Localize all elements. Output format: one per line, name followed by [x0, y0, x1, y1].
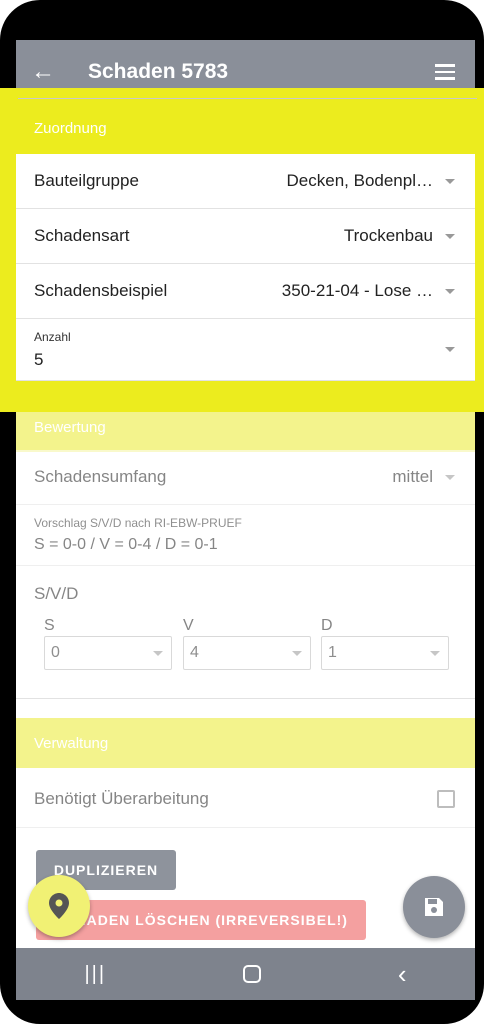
- divider: [16, 698, 475, 699]
- chevron-down-icon: [445, 347, 455, 352]
- chevron-down-icon: [445, 178, 455, 184]
- bauteilgruppe-select[interactable]: Bauteilgruppe Decken, Bodenpl…: [16, 154, 475, 209]
- back-nav-icon[interactable]: ‹: [398, 959, 407, 990]
- ueberarbeitung-row[interactable]: Benötigt Überarbeitung: [16, 770, 475, 828]
- v-select[interactable]: 4: [183, 636, 311, 670]
- v-label: V: [183, 617, 194, 634]
- vorschlag-label: Vorschlag S/V/D nach RI-EBW-PRUEF: [34, 516, 242, 530]
- schadensbeispiel-label: Schadensbeispiel: [34, 281, 168, 300]
- chevron-down-icon: [445, 288, 455, 294]
- schadensumfang-select[interactable]: Schadensumfang mittel: [16, 450, 475, 505]
- home-icon[interactable]: [242, 965, 261, 983]
- vorschlag-value: S = 0-0 / V = 0-4 / D = 0-1: [34, 536, 218, 553]
- section-bewertung-title: Bewertung: [34, 418, 106, 436]
- recents-icon[interactable]: |||: [84, 963, 106, 986]
- zuordnung-card: Bauteilgruppe Decken, Bodenpl… Schadensa…: [16, 154, 475, 381]
- system-nav-bar: ||| ‹: [16, 948, 475, 1000]
- location-fab[interactable]: [28, 875, 90, 937]
- ueberarbeitung-checkbox[interactable]: [437, 789, 455, 808]
- bauteilgruppe-label: Bauteilgruppe: [34, 171, 139, 190]
- s-select[interactable]: 0: [44, 636, 172, 670]
- schadensbeispiel-value: 350-21-04 - Lose …: [281, 281, 433, 300]
- bauteilgruppe-value: Decken, Bodenpl…: [286, 171, 433, 190]
- section-zuordnung-title: Zuordnung: [34, 120, 107, 137]
- d-label: D: [321, 617, 333, 634]
- section-verwaltung-title: Verwaltung: [34, 734, 109, 752]
- section-verwaltung: Verwaltung: [16, 718, 475, 768]
- overlay-divider: [18, 98, 477, 99]
- schadensumfang-value: mittel: [392, 467, 433, 486]
- page-title: Schaden 5783: [88, 60, 229, 83]
- d-value: 1: [328, 644, 337, 661]
- ueberarbeitung-label: Benötigt Überarbeitung: [34, 788, 209, 808]
- anzahl-value: 5: [34, 349, 44, 369]
- s-label: S: [44, 617, 55, 634]
- duplizieren-label: DUPLIZIEREN: [53, 862, 159, 878]
- schadensbeispiel-select[interactable]: Schadensbeispiel 350-21-04 - Lose …: [16, 264, 475, 319]
- anzahl-label: Anzahl: [34, 329, 71, 344]
- chevron-down-icon: [445, 233, 455, 239]
- schadensart-select[interactable]: Schadensart Trockenbau: [16, 209, 475, 264]
- hamburger-icon[interactable]: [415, 64, 475, 80]
- chevron-down-icon: [153, 651, 163, 656]
- save-icon: [425, 898, 443, 916]
- anzahl-select[interactable]: Anzahl 5: [16, 319, 475, 381]
- phone-frame: ← Schaden 5783 Bewertung Schadensumfang …: [0, 0, 484, 1024]
- chevron-down-icon: [292, 651, 302, 656]
- schadensumfang-label: Schadensumfang: [34, 467, 167, 486]
- d-select[interactable]: 1: [321, 636, 449, 670]
- location-pin-icon: [49, 893, 69, 919]
- vorschlag-field: Vorschlag S/V/D nach RI-EBW-PRUEF S = 0-…: [16, 506, 475, 566]
- schadensart-label: Schadensart: [34, 226, 130, 245]
- svd-label: S/V/D: [34, 584, 79, 603]
- chevron-down-icon: [430, 651, 440, 656]
- delete-label: SCHADEN LÖSCHEN (IRREVERSIBEL!): [54, 912, 348, 928]
- save-fab[interactable]: [403, 876, 465, 938]
- v-value: 4: [190, 644, 199, 661]
- arrow-left-icon[interactable]: ←: [16, 58, 70, 86]
- schadensart-value: Trockenbau: [343, 226, 433, 245]
- s-value: 0: [51, 644, 60, 661]
- chevron-down-icon: [445, 474, 455, 480]
